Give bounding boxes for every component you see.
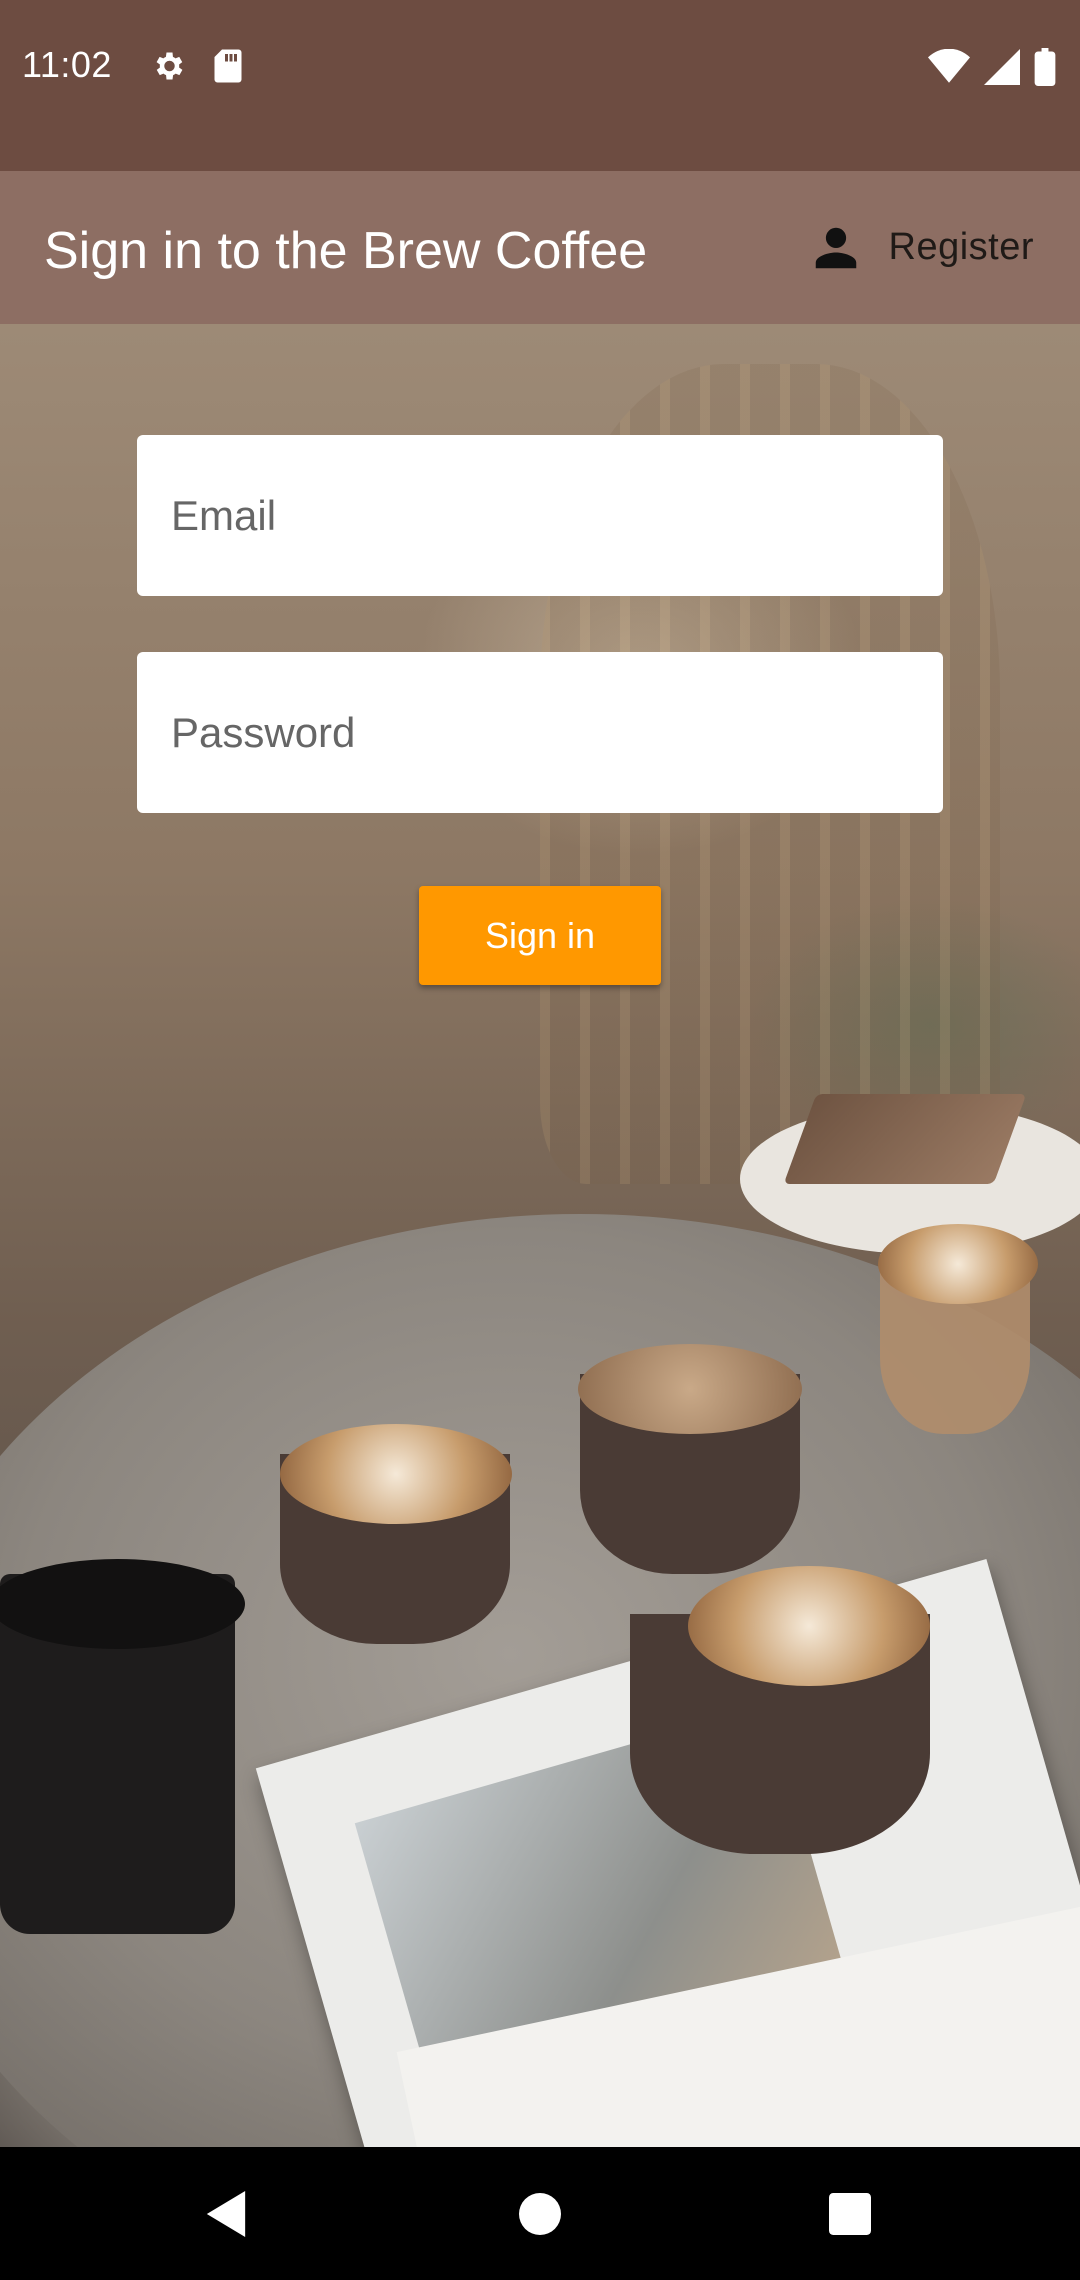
app-bar: Sign in to the Brew Coffee Register [0, 171, 1080, 324]
person-icon [815, 227, 856, 268]
latte-foam [878, 1224, 1038, 1304]
background-image [0, 324, 1080, 2147]
status-bar: 11:02 [0, 0, 1080, 171]
battery-icon [1034, 48, 1056, 86]
status-time: 11:02 [22, 44, 112, 85]
cake-slice [783, 1094, 1027, 1184]
back-button[interactable] [146, 2147, 306, 2280]
wifi-icon [928, 49, 970, 83]
home-icon [519, 2192, 561, 2235]
register-button[interactable]: Register [783, 171, 1080, 324]
register-label: Register [888, 226, 1034, 268]
cellular-signal-icon [984, 49, 1020, 85]
sd-card-icon [214, 49, 242, 83]
takeaway-cup-lid [0, 1559, 245, 1649]
sign-in-button[interactable]: Sign in [419, 886, 661, 985]
password-input[interactable] [171, 708, 909, 757]
latte-foam [280, 1424, 512, 1524]
page-title: Sign in to the Brew Coffee [44, 222, 648, 280]
back-icon [206, 2190, 246, 2237]
email-field[interactable] [137, 435, 943, 596]
email-input[interactable] [171, 491, 909, 540]
gear-icon [156, 52, 183, 80]
password-field[interactable] [137, 652, 943, 813]
home-button[interactable] [460, 2147, 620, 2280]
recents-button[interactable] [770, 2147, 930, 2280]
status-left-icons [150, 48, 244, 84]
coffee-foam [578, 1344, 802, 1434]
recents-icon [829, 2192, 871, 2235]
latte-foam [688, 1566, 930, 1686]
status-right-icons [928, 48, 1056, 86]
navigation-bar [0, 2147, 1080, 2280]
